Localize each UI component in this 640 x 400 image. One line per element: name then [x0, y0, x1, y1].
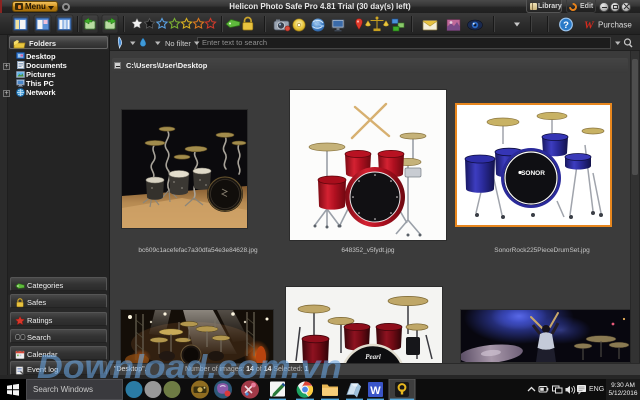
svg-text:W: W [370, 385, 381, 397]
svg-text:W: W [584, 20, 595, 32]
svg-text:SONOR: SONOR [521, 170, 545, 177]
svg-text:Purchase: Purchase [598, 21, 632, 30]
svg-text:Pearl: Pearl [365, 353, 381, 361]
svg-text:?: ? [563, 20, 569, 31]
